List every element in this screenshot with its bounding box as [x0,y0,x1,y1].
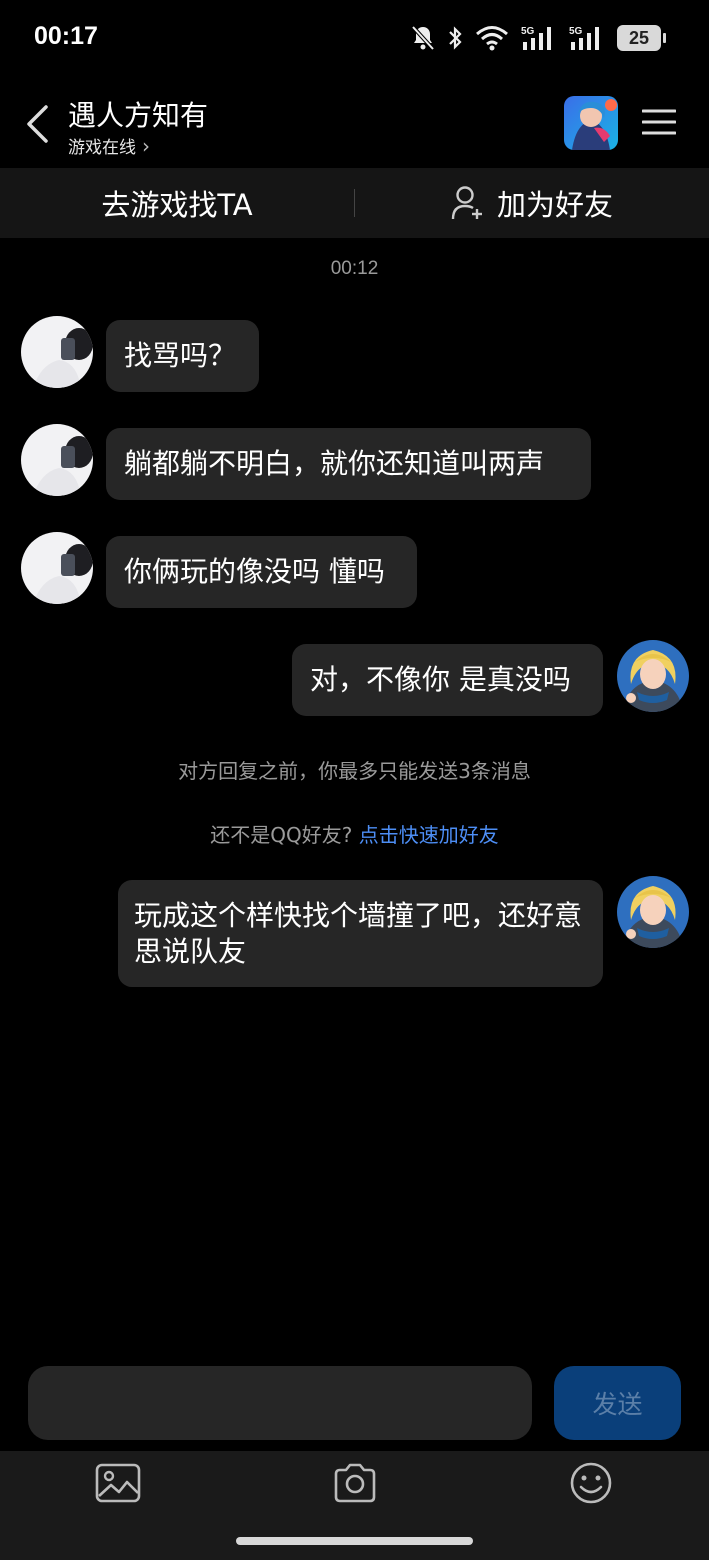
add-person-icon [451,186,482,220]
add-friend-label: 加为好友 [496,188,613,222]
chat-title[interactable]: 遇人方知有 [68,94,208,134]
message-text: 对，不像你 是真没吗 [310,663,571,696]
send-label: 发送 [592,1390,643,1419]
message-bubble-received[interactable]: 躺都躺不明白，就你还知道叫两声 [106,428,591,500]
emoji-icon[interactable] [568,1462,614,1504]
status-time: 00:17 [34,22,98,50]
svg-text:5G: 5G [569,26,583,37]
chevron-right-icon: › [142,133,150,158]
message-input[interactable] [28,1366,532,1440]
not-friend-text: 还不是QQ好友? [210,823,353,847]
status-icons: 5G 5G 25 [411,24,666,52]
home-indicator[interactable] [236,1537,473,1545]
find-in-game-label: 去游戏找TA [101,188,253,222]
message-text: 你俩玩的像没吗 懂吗 [124,555,385,588]
not-friend-notice: 还不是QQ好友? 点击快速加好友 [0,819,709,848]
message-bubble-received[interactable]: 你俩玩的像没吗 懂吗 [106,536,417,608]
contact-avatar[interactable] [21,424,93,496]
message-bubble-received[interactable]: 找骂吗？ [106,320,259,392]
add-friend-button[interactable]: 加为好友 [355,168,709,238]
my-avatar[interactable] [617,640,689,712]
online-status-label: 游戏在线 [68,138,136,158]
quick-add-friend-link[interactable]: 点击快速加好友 [359,823,499,847]
battery-level: 25 [628,27,650,48]
find-in-game-button[interactable]: 去游戏找TA [0,168,354,238]
signal-5g-icon: 5G [521,26,551,50]
status-bar: 00:17 5G 5G 25 [0,0,709,78]
battery-icon: 25 [617,25,666,51]
message-bubble-sent[interactable]: 玩成这个样快找个墙撞了吧，还好意思说队友 [118,880,603,987]
chat-header: 遇人方知有 游戏在线 › [0,78,709,168]
my-avatar[interactable] [617,876,689,948]
send-limit-notice: 对方回复之前，你最多只能发送3条消息 [178,759,531,783]
svg-text:5G: 5G [521,26,535,37]
image-icon[interactable] [95,1462,141,1504]
game-app-icon[interactable] [564,96,618,150]
online-status[interactable]: 游戏在线 › [68,133,150,159]
menu-icon[interactable] [642,108,676,136]
bluetooth-icon [449,26,462,50]
message-text: 找骂吗？ [124,339,237,372]
message-bubble-sent[interactable]: 对，不像你 是真没吗 [292,644,603,716]
wifi-icon [476,26,508,51]
contact-avatar[interactable] [21,532,93,604]
message-text: 躺都躺不明白，就你还知道叫两声 [124,447,545,480]
message-text: 玩成这个样快找个墙撞了吧，还好意思说队友 [134,899,583,968]
camera-icon[interactable] [332,1462,378,1504]
action-bar: 去游戏找TA 加为好友 [0,168,709,238]
send-button[interactable]: 发送 [554,1366,681,1440]
back-arrow-icon[interactable] [24,104,50,144]
bell-muted-icon [411,25,435,51]
contact-avatar[interactable] [21,316,93,388]
signal-5g-icon: 5G [569,26,599,50]
chat-screen: 00:17 5G 5G 25 遇人方知有 游戏在线 › 去游戏找TA 加为好友 … [0,0,709,1560]
chat-timestamp: 00:12 [330,258,379,279]
